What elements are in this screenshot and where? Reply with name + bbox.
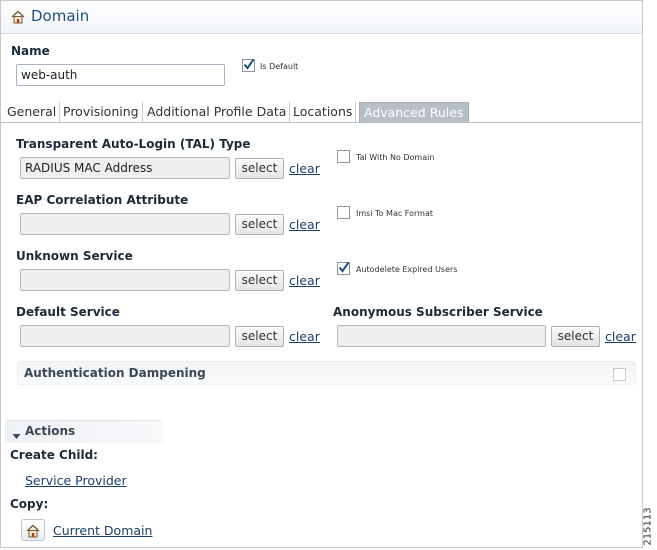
autodelete-checkbox[interactable] bbox=[337, 261, 350, 275]
default-service-clear-link[interactable]: clear bbox=[289, 329, 320, 344]
unknown-service-label: Unknown Service bbox=[16, 249, 133, 263]
eap-field[interactable] bbox=[20, 213, 230, 235]
default-service-field[interactable] bbox=[20, 325, 230, 347]
checkmark-icon bbox=[338, 261, 350, 273]
anonymous-service-select-button[interactable]: select bbox=[551, 326, 600, 347]
figure-number: 215113 bbox=[642, 507, 657, 548]
tal-with-no-domain-checkbox[interactable] bbox=[337, 150, 350, 163]
is-default-label: Is Default bbox=[260, 62, 299, 71]
service-provider-link[interactable]: Service Provider bbox=[25, 473, 127, 488]
default-service-select-button[interactable]: select bbox=[235, 326, 284, 347]
tal-type-clear-link[interactable]: clear bbox=[289, 161, 320, 176]
authentication-dampening-bar[interactable]: Authentication Dampening bbox=[17, 361, 636, 385]
authentication-dampening-checkbox[interactable] bbox=[613, 368, 626, 381]
actions-title: Actions bbox=[25, 424, 76, 438]
unknown-service-clear-link[interactable]: clear bbox=[289, 273, 320, 288]
create-child-label: Create Child: bbox=[10, 448, 98, 462]
tal-type-label: Transparent Auto-Login (TAL) Type bbox=[16, 137, 251, 151]
tal-type-select-button[interactable]: select bbox=[235, 158, 284, 179]
default-service-label: Default Service bbox=[16, 305, 120, 319]
eap-select-button[interactable]: select bbox=[235, 214, 284, 235]
unknown-service-field[interactable] bbox=[20, 269, 230, 291]
anonymous-service-field[interactable] bbox=[337, 325, 546, 347]
actions-header[interactable]: Actions bbox=[5, 420, 163, 443]
tal-with-no-domain-label: Tal With No Domain bbox=[356, 153, 435, 162]
authentication-dampening-label: Authentication Dampening bbox=[24, 366, 206, 380]
anonymous-service-clear-link[interactable]: clear bbox=[605, 329, 636, 344]
checkmark-icon bbox=[243, 58, 255, 70]
tab-general[interactable]: General bbox=[5, 102, 61, 122]
copy-label: Copy: bbox=[10, 497, 49, 511]
name-input[interactable]: web-auth bbox=[16, 64, 225, 86]
unknown-service-select-button[interactable]: select bbox=[235, 270, 284, 291]
tab-advanced-rules[interactable]: Advanced Rules bbox=[359, 102, 469, 123]
header-bar: Domain bbox=[1, 1, 642, 34]
current-domain-link[interactable]: Current Domain bbox=[53, 523, 152, 538]
tab-additional-profile-data[interactable]: Additional Profile Data bbox=[145, 102, 291, 122]
eap-clear-link[interactable]: clear bbox=[289, 217, 320, 232]
tab-locations[interactable]: Locations bbox=[291, 102, 357, 122]
home-icon bbox=[11, 9, 25, 24]
page-title: Domain bbox=[31, 7, 90, 25]
is-default-checkbox[interactable] bbox=[242, 58, 255, 72]
imsi-to-mac-checkbox[interactable] bbox=[337, 206, 350, 219]
figure-number-text: 215113 bbox=[642, 507, 654, 546]
tab-divider bbox=[1, 122, 642, 123]
imsi-to-mac-label: Imsi To Mac Format bbox=[356, 209, 433, 218]
eap-label: EAP Correlation Attribute bbox=[16, 193, 189, 207]
current-domain-icon-button[interactable] bbox=[21, 519, 45, 541]
autodelete-label: Autodelete Expired Users bbox=[356, 265, 458, 274]
collapse-triangle-icon bbox=[12, 426, 21, 445]
tab-provisioning[interactable]: Provisioning bbox=[61, 102, 143, 122]
anonymous-service-label: Anonymous Subscriber Service bbox=[333, 305, 543, 319]
tal-type-field[interactable]: RADIUS MAC Address bbox=[20, 157, 230, 179]
name-label: Name bbox=[11, 44, 50, 58]
home-icon bbox=[26, 523, 40, 538]
